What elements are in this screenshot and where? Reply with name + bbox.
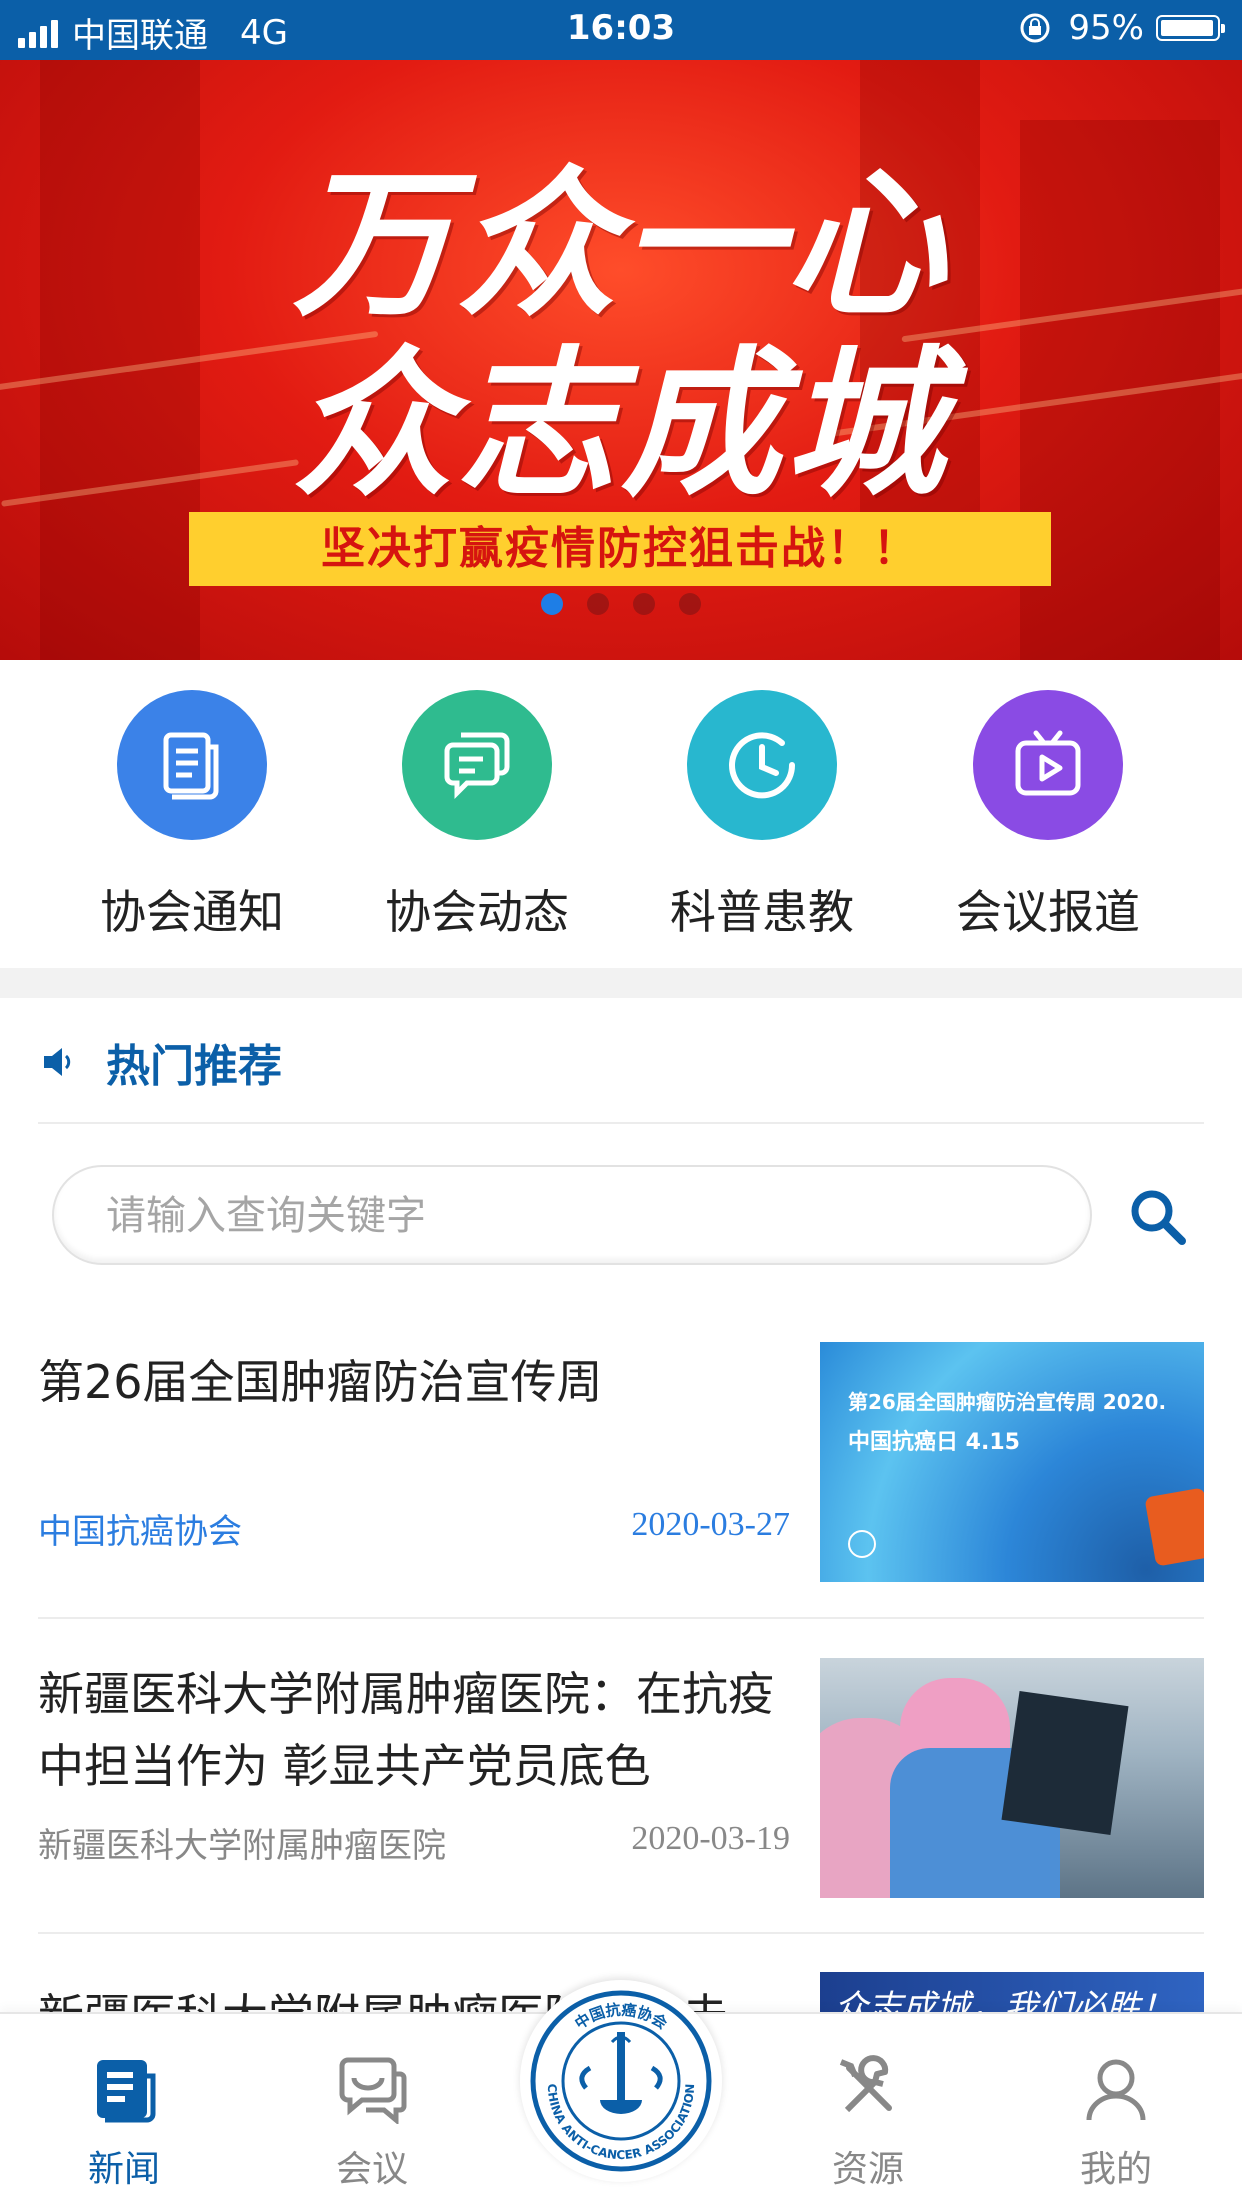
banner-carousel[interactable]: 万众一心 众志成城 坚决打赢疫情防控狙击战！！ (0, 60, 1242, 660)
carousel-dot-1[interactable] (541, 593, 563, 615)
news-date: 2020-03-27 (631, 1506, 790, 1543)
carousel-dot-3[interactable] (633, 593, 655, 615)
quick-link-science[interactable]: 科普患教 (632, 690, 892, 942)
tab-label: 我的 (1079, 2149, 1152, 2190)
news-title: 第26届全国肿瘤防治宣传周 (38, 1355, 603, 1409)
association-logo-button[interactable]: 中国抗癌协会 CHINA ANTI-CANCER ASSOCIATION (520, 1980, 722, 2182)
hot-header: 热门推荐 (38, 1030, 282, 1094)
chat-icon (402, 690, 552, 840)
quick-link-notice[interactable]: 协会通知 (62, 690, 322, 942)
quick-link-label: 协会动态 (385, 885, 569, 939)
status-right: 95% (1018, 8, 1225, 48)
tv-play-icon (973, 690, 1123, 840)
news-source: 中国抗癌协会 (38, 1512, 242, 1552)
carousel-dots (0, 593, 1242, 615)
banner-slogan: 坚决打赢疫情防控狙击战！！ (189, 512, 1051, 586)
tab-label: 资源 (831, 2149, 904, 2190)
quick-link-label: 会议报道 (956, 885, 1140, 939)
association-logo-icon: 中国抗癌协会 CHINA ANTI-CANCER ASSOCIATION (530, 1990, 712, 2172)
battery-percent: 95% (1068, 8, 1144, 48)
search-input[interactable] (104, 1167, 1068, 1265)
speaker-icon (44, 1048, 71, 1076)
carousel-dot-4[interactable] (679, 593, 701, 615)
hot-title: 热门推荐 (106, 1041, 282, 1092)
news-thumbnail: 第26届全国肿瘤防治宣传周 2020. 中国抗癌日 4.15 (820, 1342, 1204, 1582)
divider (38, 1122, 1204, 1124)
divider (38, 1932, 1204, 1934)
thumb-xray (1001, 1690, 1129, 1836)
quick-link-label: 协会通知 (100, 885, 284, 939)
tab-meeting[interactable]: 会议 (272, 2054, 472, 2192)
quick-link-meeting-report[interactable]: 会议报道 (918, 690, 1178, 942)
news-date: 2020-03-19 (631, 1820, 790, 1857)
thumb-caption-1: 第26届全国肿瘤防治宣传周 2020. (848, 1390, 1167, 1414)
banner-headline-2: 众志成城 (292, 331, 949, 518)
thumb-decoration (1144, 1487, 1204, 1567)
news-item[interactable]: 第26届全国肿瘤防治宣传周 中国抗癌协会 2020-03-27 第26届全国肿瘤… (38, 1342, 1204, 1582)
tab-label: 会议 (335, 2149, 408, 2190)
tools-icon (839, 2055, 892, 2113)
carousel-dot-2[interactable] (587, 593, 609, 615)
quick-link-dynamics[interactable]: 协会动态 (347, 690, 607, 942)
news-item[interactable]: 新疆医科大学附属肿瘤医院：在抗疫中担当作为 彰显共产党员底色 新疆医科大学附属肿… (38, 1658, 1204, 1898)
rotation-lock-icon (1020, 13, 1050, 43)
user-icon (1086, 2059, 1146, 2121)
news-icon (97, 2060, 156, 2123)
meeting-icon (339, 2057, 407, 2126)
thumb-caption-2: 中国抗癌日 4.15 (848, 1430, 1020, 1455)
quick-links: 协会通知 协会动态 科普患教 会议报道 (0, 660, 1242, 968)
tab-resources[interactable]: 资源 (768, 2054, 968, 2192)
battery-icon (1156, 15, 1225, 41)
document-icon (117, 690, 267, 840)
thumb-cap (900, 1678, 1010, 1758)
divider (38, 1617, 1204, 1619)
section-gap (0, 968, 1242, 998)
tab-label: 新闻 (87, 2149, 160, 2190)
news-title: 新疆医科大学附属肿瘤医院：在抗疫中担当作为 彰显共产党员底色 (38, 1667, 774, 1793)
search-icon[interactable] (1126, 1185, 1190, 1249)
tab-profile[interactable]: 我的 (1016, 2054, 1216, 2192)
clock-icon (687, 690, 837, 840)
quick-link-label: 科普患教 (670, 885, 854, 939)
news-source: 新疆医科大学附属肿瘤医院 (38, 1826, 446, 1866)
tab-news[interactable]: 新闻 (24, 2054, 224, 2192)
news-thumbnail (820, 1658, 1204, 1898)
status-bar: 中国联通 4G 16:03 95% (0, 0, 1242, 60)
thumb-logo (848, 1530, 876, 1558)
search-box (52, 1165, 1092, 1265)
